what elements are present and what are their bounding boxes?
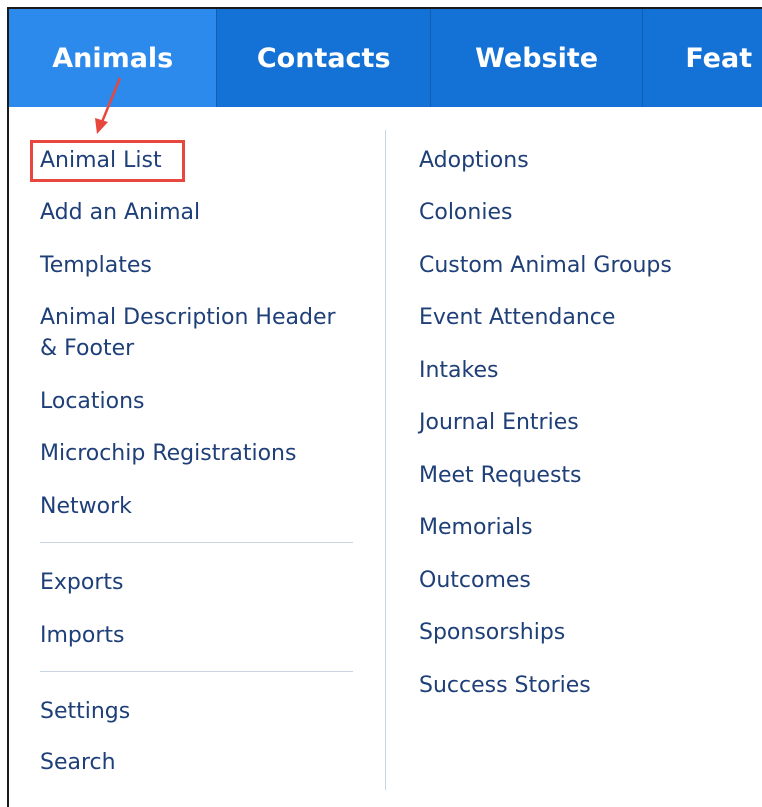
- menu-divider: [40, 542, 353, 543]
- menu-item-memorials[interactable]: Memorials: [419, 512, 533, 543]
- menu-item-network[interactable]: Network: [40, 491, 132, 522]
- menu-item-animal-description-header-footer-line2[interactable]: & Footer: [40, 333, 134, 364]
- menu-item-add-an-animal[interactable]: Add an Animal: [40, 197, 200, 228]
- menu-item-adoptions[interactable]: Adoptions: [419, 145, 529, 176]
- menu-item-animal-description-header-footer[interactable]: Animal Description Header: [40, 302, 336, 333]
- menu-item-custom-animal-groups[interactable]: Custom Animal Groups: [419, 250, 672, 281]
- menu-item-success-stories[interactable]: Success Stories: [419, 670, 591, 701]
- menu-item-outcomes[interactable]: Outcomes: [419, 565, 531, 596]
- menu-item-microchip-registrations[interactable]: Microchip Registrations: [40, 438, 296, 469]
- menu-item-colonies[interactable]: Colonies: [419, 197, 512, 228]
- column-separator: [385, 130, 386, 790]
- menu-divider: [40, 671, 353, 672]
- menu-item-settings[interactable]: Settings: [40, 696, 130, 727]
- menu-item-animal-list[interactable]: Animal List: [40, 145, 162, 176]
- menu-item-sponsorships[interactable]: Sponsorships: [419, 617, 565, 648]
- menu-item-intakes[interactable]: Intakes: [419, 355, 499, 386]
- menu-item-meet-requests[interactable]: Meet Requests: [419, 460, 582, 491]
- menu-item-templates[interactable]: Templates: [40, 250, 152, 281]
- menu-item-journal-entries[interactable]: Journal Entries: [419, 407, 579, 438]
- menu-item-search[interactable]: Search: [40, 747, 116, 778]
- menu-item-locations[interactable]: Locations: [40, 386, 145, 417]
- menu-item-event-attendance[interactable]: Event Attendance: [419, 302, 615, 333]
- menu-item-exports[interactable]: Exports: [40, 567, 123, 598]
- menu-item-imports[interactable]: Imports: [40, 620, 124, 651]
